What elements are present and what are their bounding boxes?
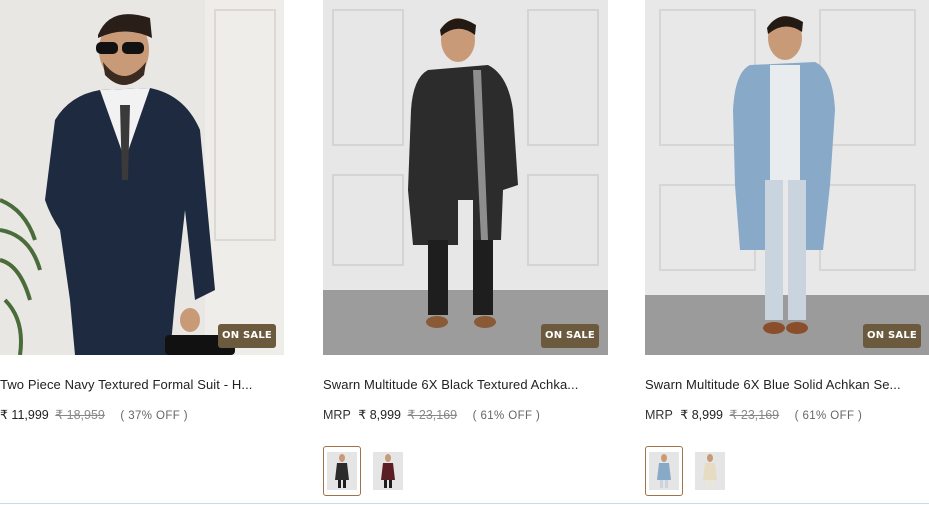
product-title[interactable]: Swarn Multitude 6X Black Textured Achka.… (323, 377, 608, 392)
product-image[interactable] (645, 0, 929, 355)
original-price: ₹ 18,959 (55, 408, 105, 422)
swatch-maroon[interactable] (369, 446, 407, 496)
discount-label: ( 37% OFF ) (120, 410, 189, 422)
swatch-blue[interactable] (645, 446, 683, 496)
product-card[interactable]: ON SALE Swarn Multitude 6X Blue Solid Ac… (645, 0, 929, 505)
color-swatches (645, 446, 729, 496)
swatch-thumbnail (373, 452, 403, 490)
product-title[interactable]: Two Piece Navy Textured Formal Suit - H.… (0, 377, 285, 392)
swatch-thumbnail (695, 452, 725, 490)
on-sale-badge: ON SALE (863, 324, 921, 348)
price-row: ₹ 11,999 ₹ 18,959 ( 37% OFF ) (0, 407, 188, 422)
swatch-thumbnail (327, 452, 357, 490)
sale-price: ₹ 8,999 (358, 408, 401, 422)
on-sale-badge: ON SALE (541, 324, 599, 348)
price-row: MRP ₹ 8,999 ₹ 23,169 ( 61% OFF ) (645, 407, 862, 422)
discount-label: ( 61% OFF ) (794, 410, 863, 422)
mrp-label: MRP (323, 408, 351, 422)
product-image[interactable] (0, 0, 284, 355)
original-price: ₹ 23,169 (407, 408, 458, 422)
original-price: ₹ 23,169 (729, 408, 780, 422)
swatch-thumbnail (649, 452, 679, 490)
section-divider (0, 503, 929, 504)
sale-price: ₹ 8,999 (680, 408, 723, 422)
product-image[interactable] (323, 0, 608, 355)
swatch-black[interactable] (323, 446, 361, 496)
price-row: MRP ₹ 8,999 ₹ 23,169 ( 61% OFF ) (323, 407, 540, 422)
on-sale-badge: ON SALE (218, 324, 276, 348)
discount-label: ( 61% OFF ) (472, 410, 541, 422)
sale-price: ₹ 11,999 (0, 408, 49, 422)
product-card[interactable]: ON SALE Two Piece Navy Textured Formal S… (0, 0, 285, 505)
product-title[interactable]: Swarn Multitude 6X Blue Solid Achkan Se.… (645, 377, 929, 392)
mrp-label: MRP (645, 408, 673, 422)
color-swatches (323, 446, 407, 496)
product-card[interactable]: ON SALE Swarn Multitude 6X Black Texture… (323, 0, 608, 505)
swatch-cream[interactable] (691, 446, 729, 496)
